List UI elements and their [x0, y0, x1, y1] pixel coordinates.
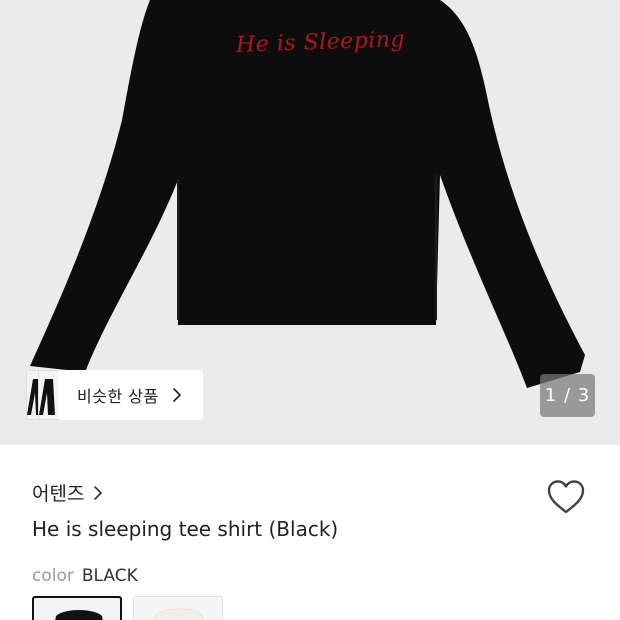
- brand-name: 어텐즈: [32, 483, 85, 505]
- color-swatch-black[interactable]: [32, 596, 122, 620]
- image-counter: 1 / 3: [540, 374, 595, 417]
- product-title: He is sleeping tee shirt (Black): [32, 517, 339, 541]
- color-swatch-white[interactable]: [133, 596, 223, 620]
- heart-outline-icon[interactable]: [545, 478, 587, 516]
- product-detail-page: He is Sleeping 비슷한 상품 1 / 3 어텐즈 He is sl…: [0, 0, 620, 620]
- color-value: BLACK: [81, 566, 138, 586]
- color-label: color: [32, 566, 74, 586]
- color-option-row: color BLACK: [32, 566, 138, 586]
- product-image-carousel[interactable]: He is Sleeping 비슷한 상품 1 / 3: [0, 0, 620, 445]
- chevron-right-icon: [172, 388, 181, 402]
- brand-link[interactable]: 어텐즈: [32, 479, 103, 506]
- similar-products-label: 비슷한 상품: [77, 387, 159, 406]
- similar-products-button[interactable]: 비슷한 상품: [58, 370, 203, 420]
- chevron-right-icon: [94, 485, 103, 500]
